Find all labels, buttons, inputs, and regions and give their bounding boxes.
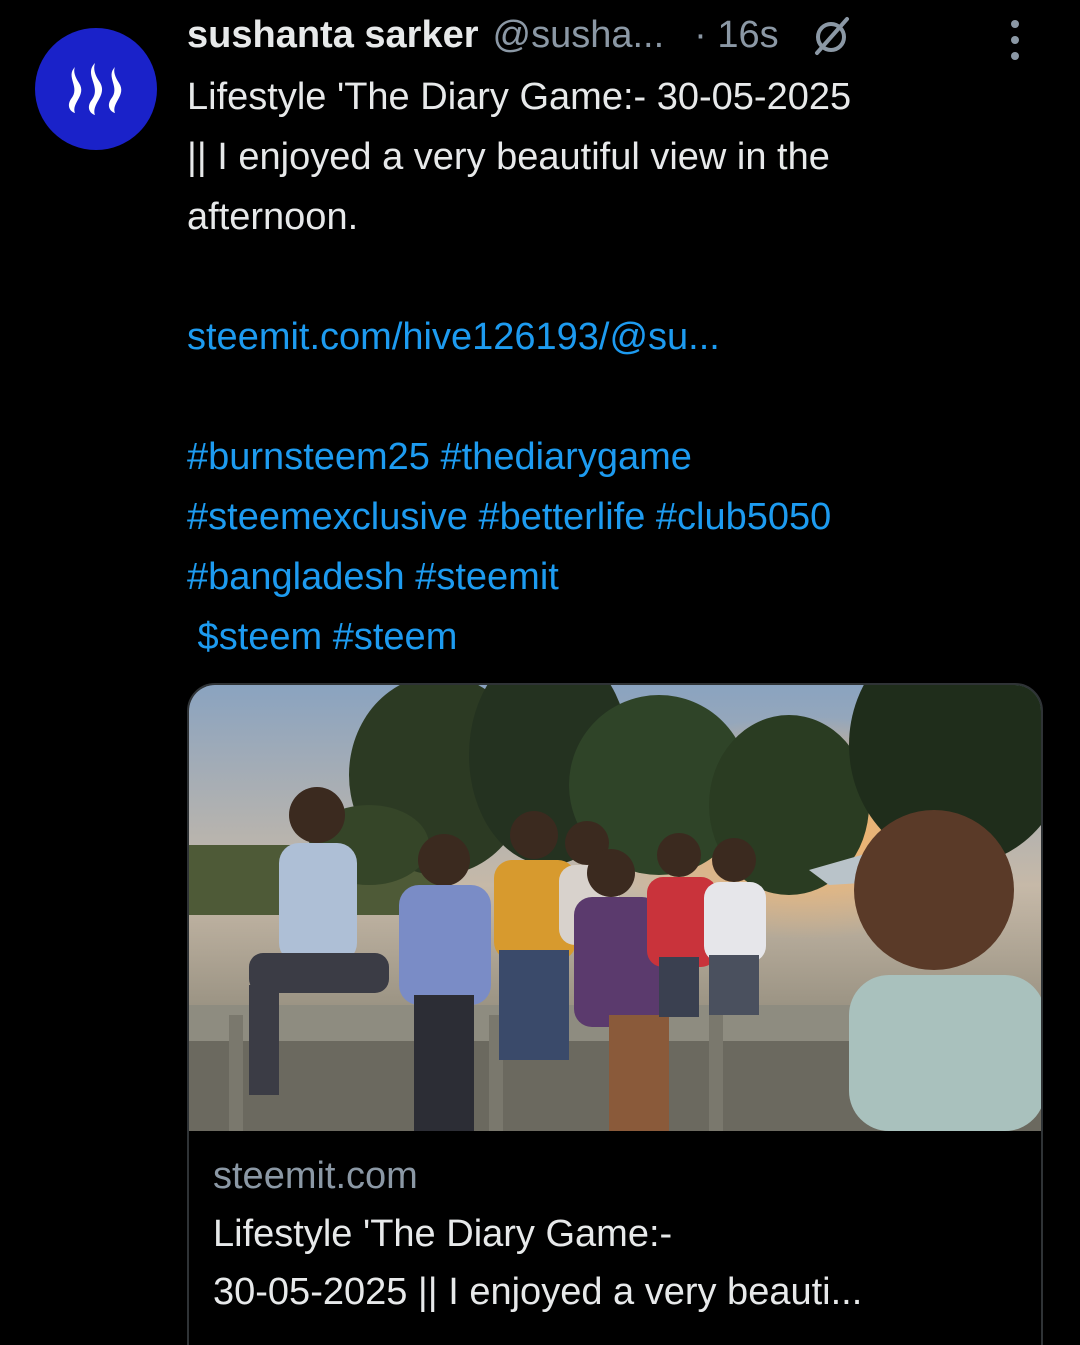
hashtag-line[interactable]: #steemexclusive #betterlife #club5050 bbox=[187, 487, 1047, 547]
hashtag-line[interactable]: #burnsteem25 #thediarygame bbox=[187, 427, 1047, 487]
more-vertical-icon[interactable] bbox=[1005, 20, 1025, 60]
hashtag-line[interactable]: $steem #steem bbox=[187, 607, 1047, 667]
avatar[interactable] bbox=[35, 28, 157, 150]
link-preview-card[interactable]: steemit.com Lifestyle 'The Diary Game:- … bbox=[187, 683, 1043, 1345]
card-title-line: Lifestyle 'The Diary Game:- bbox=[213, 1213, 673, 1255]
author-name[interactable]: sushanta sarker bbox=[187, 14, 479, 57]
card-meta: steemit.com Lifestyle 'The Diary Game:- … bbox=[213, 1147, 1013, 1321]
grok-icon[interactable] bbox=[809, 13, 853, 57]
tweet-header: sushanta sarker @susha... · 16s bbox=[187, 10, 1047, 60]
hashtag-line[interactable]: #bangladesh #steemit bbox=[187, 547, 1047, 607]
tweet-text: Lifestyle 'The Diary Game:- 30-05-2025 |… bbox=[187, 67, 1047, 667]
tweet-timestamp[interactable]: · 16s bbox=[694, 14, 778, 57]
card-title-line: 30-05-2025 || I enjoyed a very beauti... bbox=[213, 1271, 863, 1313]
card-image[interactable] bbox=[189, 685, 1041, 1131]
tweet-link[interactable]: steemit.com/hive126193/@su... bbox=[187, 307, 1047, 367]
tweet-text-line: || I enjoyed a very beautiful view in th… bbox=[187, 136, 830, 178]
tweet-text-line: Lifestyle 'The Diary Game:- 30-05-2025 bbox=[187, 76, 852, 118]
tweet-text-line: afternoon. bbox=[187, 196, 359, 238]
author-handle[interactable]: @susha... bbox=[493, 14, 665, 57]
tweet[interactable]: sushanta sarker @susha... · 16s Lifestyl… bbox=[0, 0, 1080, 1345]
card-domain: steemit.com bbox=[213, 1155, 418, 1197]
steem-logo-icon bbox=[68, 63, 122, 115]
